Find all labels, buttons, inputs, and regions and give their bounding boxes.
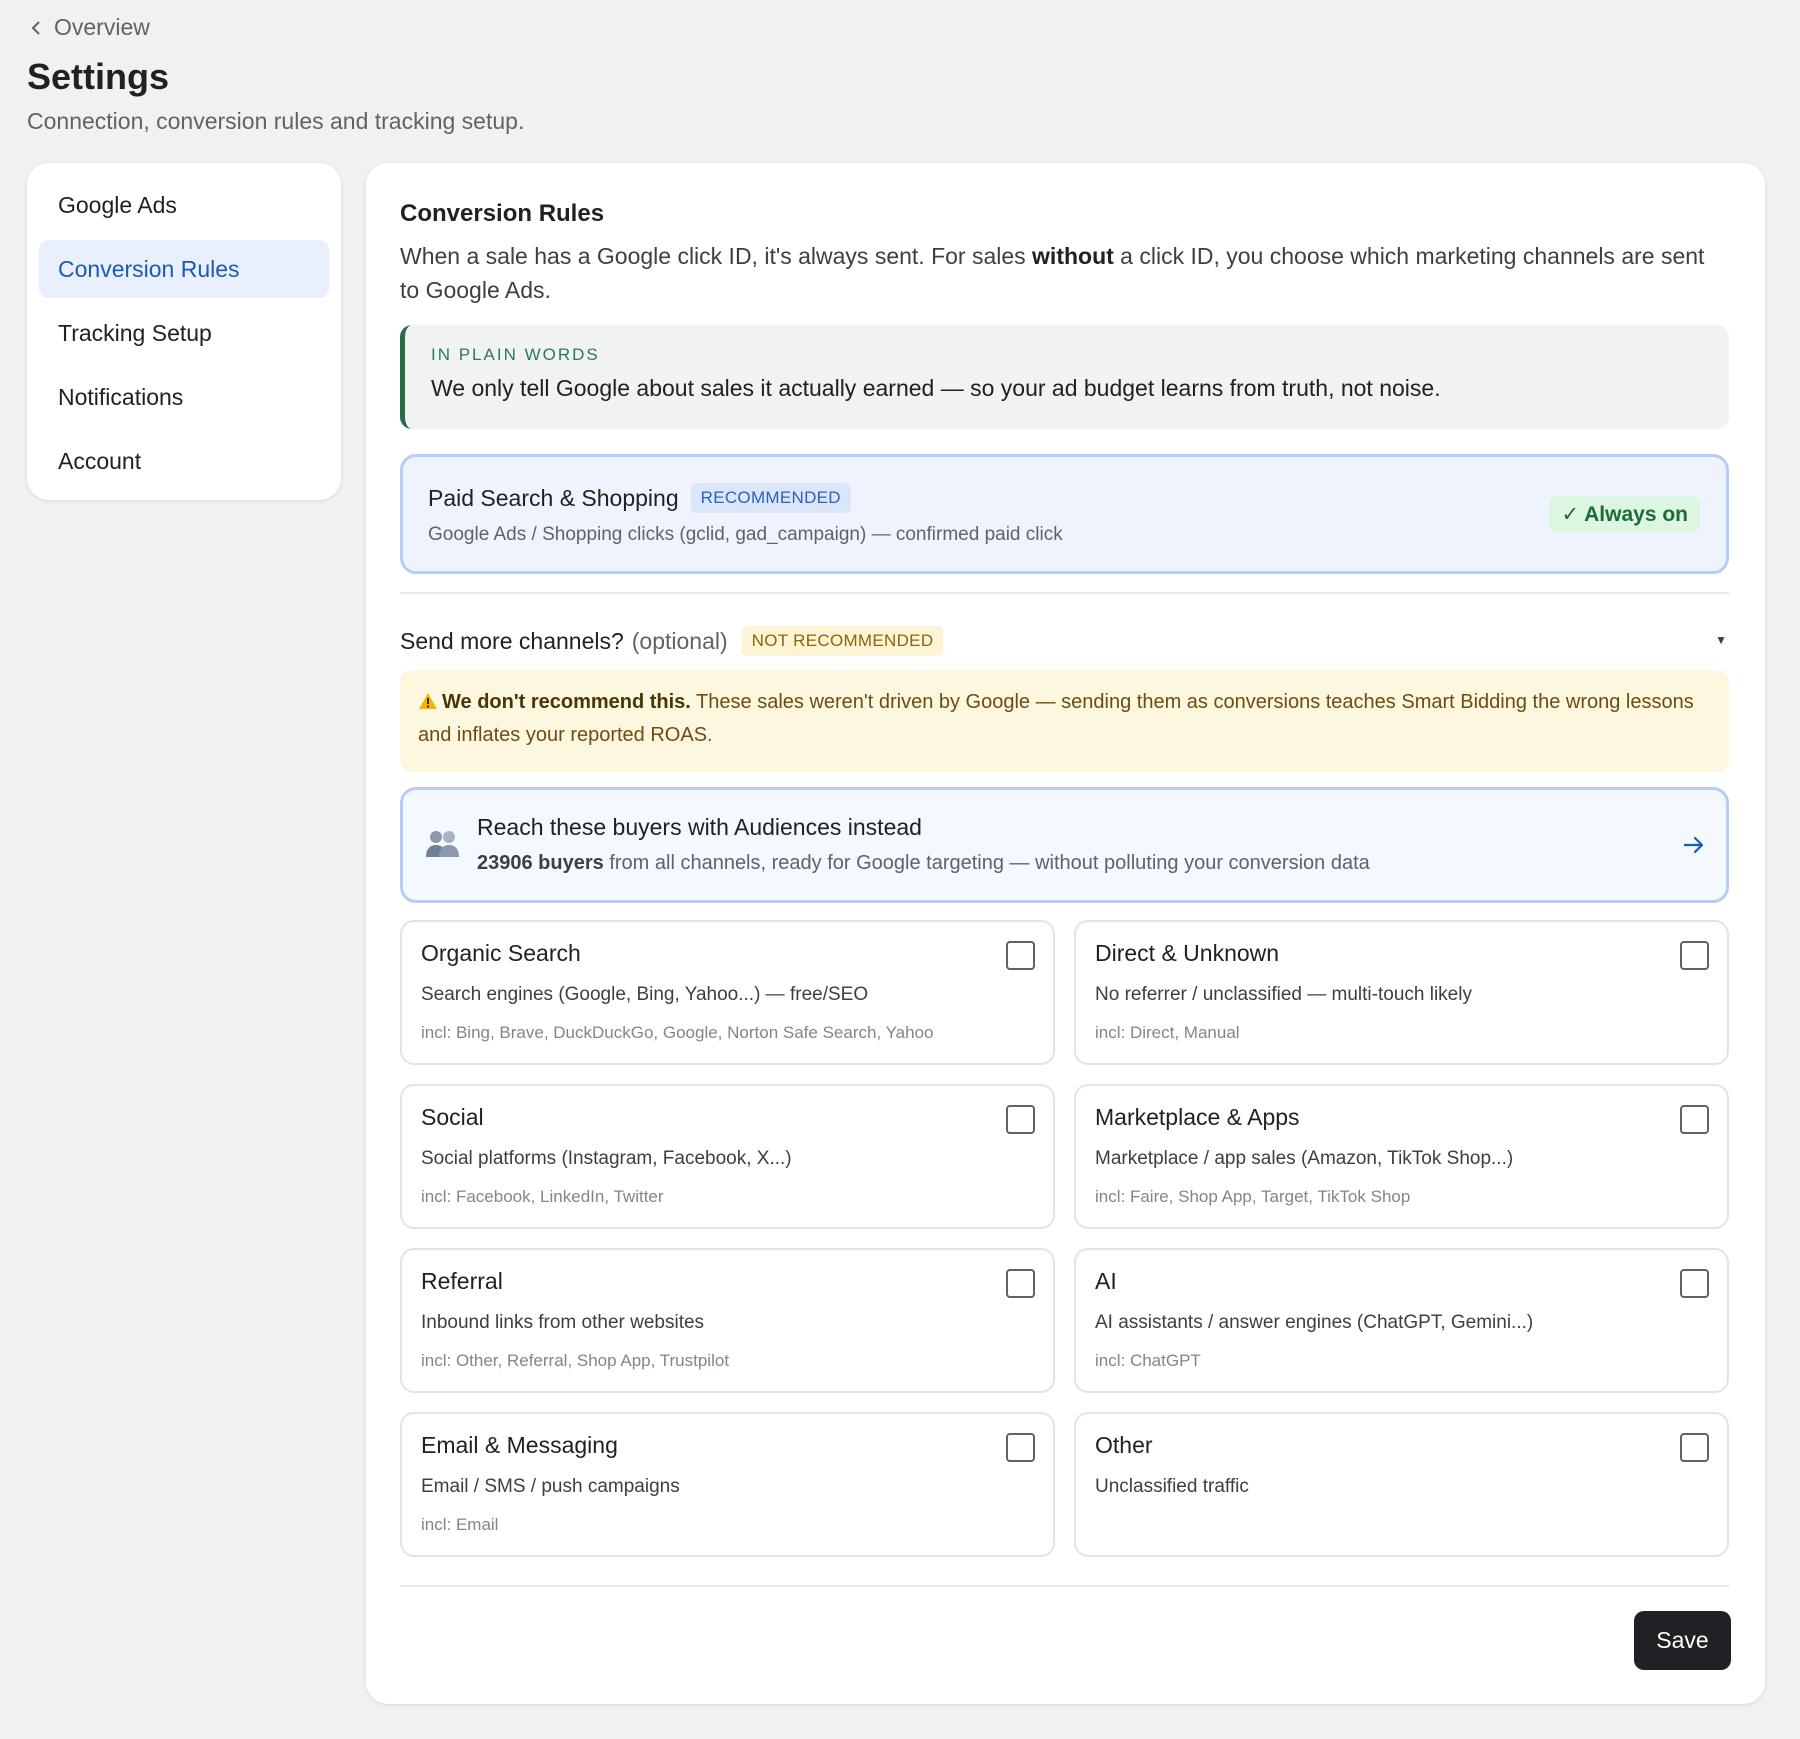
channel-checkbox[interactable] [1680,1269,1709,1298]
channel-card-direct-unknown[interactable]: Direct & Unknown No referrer / unclassif… [1074,920,1729,1065]
channel-checkbox[interactable] [1006,941,1035,970]
channel-description: Unclassified traffic [1095,1476,1249,1497]
section-title: Conversion Rules [400,200,605,227]
channel-includes: incl: Facebook, LinkedIn, Twitter [421,1187,664,1206]
caret-down-icon: ▼ [1715,633,1727,647]
chevron-left-icon [32,21,40,34]
channel-checkbox[interactable] [1680,941,1709,970]
channel-title: Social [421,1104,484,1130]
channel-card-marketplace-apps[interactable]: Marketplace & Apps Marketplace / app sal… [1074,1084,1729,1229]
more-channels-toggle[interactable]: Send more channels? (optional) NOT RECOM… [400,621,1729,661]
channel-title: Email & Messaging [421,1432,618,1458]
channel-description: Email / SMS / push campaigns [421,1476,680,1497]
channel-title: Referral [421,1268,503,1294]
channel-includes: incl: Faire, Shop App, Target, TikTok Sh… [1095,1187,1411,1206]
channel-title: Organic Search [421,940,581,966]
page-title: Settings [27,56,170,97]
channel-includes: incl: ChatGPT [1095,1351,1201,1370]
channel-checkbox[interactable] [1006,1433,1035,1462]
more-channels-optional: (optional) [631,627,728,654]
save-button[interactable]: Save [1634,1611,1731,1670]
settings-page: Overview Settings Connection, conversion… [0,0,1800,1739]
arrow-right-icon [1683,836,1704,854]
paid-search-card: Paid Search & Shopping RECOMMENDED Googl… [400,454,1729,574]
sidebar-item-conversion-rules[interactable]: Conversion Rules [39,240,329,298]
channel-title: AI [1095,1268,1117,1294]
not-recommended-badge: NOT RECOMMENDED [741,626,944,656]
intro-bold: without [1032,243,1114,269]
back-link[interactable]: Overview [28,14,150,41]
channel-description: Search engines (Google, Bing, Yahoo...) … [421,984,869,1005]
channel-checkbox[interactable] [1006,1105,1035,1134]
channel-card-ai[interactable]: AI AI assistants / answer engines (ChatG… [1074,1248,1729,1393]
channel-checkbox[interactable] [1006,1269,1035,1298]
warning-bold: We don't recommend this. [442,691,691,713]
warning-callout: We don't recommend this. These sales wer… [400,670,1729,772]
audiences-description: 23906 buyers from all channels, ready fo… [477,852,1370,875]
channel-card-referral[interactable]: Referral Inbound links from other websit… [400,1248,1055,1393]
channel-description: No referrer / unclassified — multi-touch… [1095,984,1472,1005]
always-on-badge: ✓ Always on [1549,496,1700,533]
channel-title: Marketplace & Apps [1095,1104,1300,1130]
divider [400,592,1729,594]
page-subtitle: Connection, conversion rules and trackin… [27,108,525,134]
channel-title: Other [1095,1432,1153,1458]
channel-description: Inbound links from other websites [421,1312,705,1333]
people-icon [426,831,459,857]
warning-icon [419,693,437,709]
intro-text-1: When a sale has a Google click ID, it's … [400,243,1033,269]
channel-title: Direct & Unknown [1095,940,1280,966]
channel-description: Marketplace / app sales (Amazon, TikTok … [1095,1148,1514,1169]
channel-includes: incl: Direct, Manual [1095,1023,1240,1042]
audiences-title: Reach these buyers with Audiences instea… [477,814,922,840]
plain-words-callout: IN PLAIN WORDS We only tell Google about… [400,325,1729,429]
channel-card-other[interactable]: Other Unclassified traffic [1074,1412,1729,1557]
channel-includes: incl: Other, Referral, Shop App, Trustpi… [421,1351,730,1370]
channel-includes: incl: Email [421,1515,499,1534]
channel-description: Social platforms (Instagram, Facebook, X… [421,1148,792,1169]
channel-grid: Organic Search Search engines (Google, B… [400,920,1729,1557]
section-intro: When a sale has a Google click ID, it's … [400,239,1729,307]
plain-words-kicker: IN PLAIN WORDS [431,345,600,364]
paid-search-title-row: Paid Search & Shopping RECOMMENDED [428,483,851,513]
sidebar-item-tracking-setup[interactable]: Tracking Setup [39,304,329,362]
channel-card-email-messaging[interactable]: Email & Messaging Email / SMS / push cam… [400,1412,1055,1557]
more-channels-label: Send more channels? [400,627,624,654]
channel-checkbox[interactable] [1680,1105,1709,1134]
audiences-description-text: from all channels, ready for Google targ… [603,852,1370,874]
channel-checkbox[interactable] [1680,1433,1709,1462]
channel-description: AI assistants / answer engines (ChatGPT,… [1095,1312,1534,1333]
plain-words-text: We only tell Google about sales it actua… [431,375,1441,401]
sidebar-item-google-ads[interactable]: Google Ads [39,176,329,234]
channel-card-social[interactable]: Social Social platforms (Instagram, Face… [400,1084,1055,1229]
paid-search-title: Paid Search & Shopping [428,484,679,511]
settings-sidebar: Google Ads Conversion Rules Tracking Set… [27,163,341,500]
channel-card-organic-search[interactable]: Organic Search Search engines (Google, B… [400,920,1055,1065]
channel-includes: incl: Bing, Brave, DuckDuckGo, Google, N… [421,1023,934,1042]
paid-search-description: Google Ads / Shopping clicks (gclid, gad… [428,524,1063,545]
sidebar-item-account[interactable]: Account [39,432,329,490]
divider [400,1585,1729,1587]
conversion-rules-panel: Conversion Rules When a sale has a Googl… [366,163,1765,1704]
audiences-card[interactable]: Reach these buyers with Audiences instea… [400,787,1729,903]
sidebar-item-notifications[interactable]: Notifications [39,368,329,426]
back-link-label: Overview [54,14,150,40]
audiences-count: 23906 buyers [477,852,604,874]
recommended-badge: RECOMMENDED [690,483,851,513]
